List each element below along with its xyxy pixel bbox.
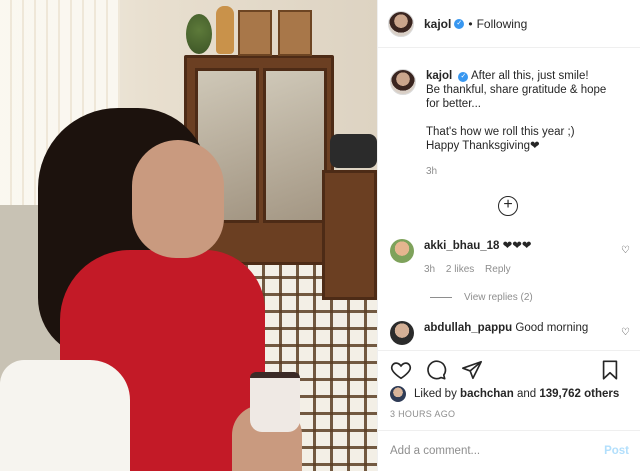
view-replies-label: View replies (2) — [464, 292, 533, 303]
post-header: kajol ✓ • Following — [378, 0, 640, 48]
caption-line: After all this, just smile! — [470, 70, 589, 82]
caption: kajol ✓ After all this, just smile! Be t… — [378, 49, 640, 179]
likes-summary: Liked by bachchan and 139,762 others — [390, 386, 619, 402]
comment-body: akki_bhau_18 ❤❤❤ 3h 2 likes Reply — [424, 239, 614, 277]
photo-vase — [216, 6, 234, 54]
caption-line: That's how we roll this year ;) — [426, 126, 575, 138]
comment-item: akki_bhau_18 ❤❤❤ 3h 2 likes Reply ♡ — [390, 239, 630, 277]
caption-line: for better... — [426, 98, 481, 110]
comment-bubble-icon[interactable] — [425, 359, 449, 383]
comment-likes[interactable]: 2 likes — [446, 264, 474, 275]
add-comment-bar: Post — [378, 430, 640, 471]
cabinet-glass-right — [263, 68, 327, 223]
caption-line: Be thankful, share gratitude & hope — [426, 84, 607, 96]
author-avatar[interactable] — [388, 10, 414, 37]
plus-circle-icon[interactable]: + — [498, 196, 518, 216]
caption-time[interactable]: 3h — [426, 165, 626, 179]
liker-username[interactable]: bachchan — [460, 388, 514, 400]
photo-person-face — [132, 140, 224, 258]
action-bar — [378, 350, 640, 388]
comment-meta: 3h 2 likes Reply — [424, 263, 614, 277]
bookmark-icon[interactable] — [599, 359, 623, 383]
photo-mug — [250, 372, 300, 432]
author-username[interactable]: kajol — [424, 17, 451, 31]
photo-speaker-left — [238, 10, 272, 56]
comment-item: abdullah_pappu Good morning ♡ — [390, 321, 630, 345]
heart-icon[interactable] — [390, 359, 414, 383]
verified-badge-icon: ✓ — [454, 18, 465, 29]
comment-avatar[interactable] — [390, 239, 414, 263]
likes-prefix: Liked by — [414, 388, 457, 400]
comments-section[interactable]: kajol ✓ After all this, just smile! Be t… — [378, 49, 640, 349]
heart-outline-icon[interactable]: ♡ — [621, 245, 630, 256]
verified-badge-icon: ✓ — [458, 72, 469, 82]
instagram-post: kajol ✓ • Following kajol ✓ After all th… — [0, 0, 640, 471]
comment-body: abdullah_pappu Good morning — [424, 321, 614, 345]
caption-body: kajol ✓ After all this, just smile! Be t… — [426, 69, 626, 179]
caption-avatar[interactable] — [390, 69, 416, 95]
share-paper-plane-icon[interactable] — [461, 359, 485, 383]
header-separator: • — [468, 16, 473, 31]
comment-username[interactable]: abdullah_pappu — [424, 322, 512, 334]
photo-side-table — [322, 170, 377, 300]
replies-divider — [430, 297, 452, 298]
likes-middle: and — [516, 388, 537, 400]
comment-username[interactable]: akki_bhau_18 — [424, 240, 499, 252]
comment-time[interactable]: 3h — [424, 264, 435, 275]
view-replies-button[interactable]: View replies (2) — [430, 292, 533, 303]
likes-others-count[interactable]: 139,762 others — [539, 388, 619, 400]
comment-reply-button[interactable]: Reply — [485, 264, 511, 275]
photo-speaker-right — [278, 10, 312, 56]
post-side-panel: kajol ✓ • Following kajol ✓ After all th… — [377, 0, 640, 471]
heart-outline-icon[interactable]: ♡ — [621, 327, 630, 338]
following-button[interactable]: Following — [477, 17, 528, 31]
photo-plant — [186, 14, 212, 54]
photo-cushion — [0, 360, 130, 471]
post-comment-button[interactable]: Post — [604, 445, 629, 457]
comment-avatar[interactable] — [390, 321, 414, 345]
caption-gap — [426, 111, 626, 125]
post-photo[interactable] — [0, 0, 377, 471]
liker-avatar[interactable] — [390, 386, 406, 402]
comment-text: ❤❤❤ — [502, 240, 532, 252]
add-comment-input[interactable] — [390, 445, 605, 457]
post-timestamp[interactable]: 3 HOURS AGO — [390, 409, 455, 419]
photo-stereo — [330, 134, 377, 168]
caption-line: Happy Thanksgiving❤ — [426, 140, 540, 152]
caption-username[interactable]: kajol — [426, 70, 452, 82]
comment-text: Good morning — [515, 322, 589, 334]
